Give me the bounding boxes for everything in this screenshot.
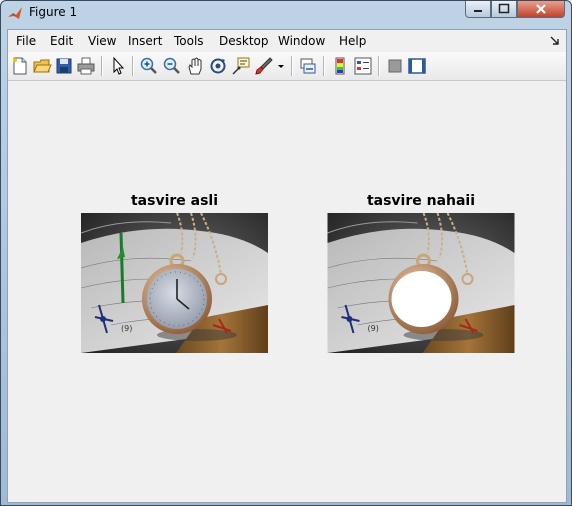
menu-help[interactable]: Help — [339, 34, 366, 48]
chevron-down-icon[interactable] — [276, 56, 286, 76]
insert-colorbar-icon[interactable] — [330, 56, 350, 76]
menu-bar: File Edit View Insert Tools Desktop Wind… — [8, 30, 566, 52]
dock-arrow-icon[interactable] — [550, 35, 560, 45]
brush-icon[interactable] — [254, 56, 274, 76]
pan-icon[interactable] — [185, 56, 205, 76]
menu-tools[interactable]: Tools — [174, 34, 204, 48]
figure-toolbar — [8, 52, 566, 81]
zoom-out-icon[interactable] — [162, 56, 182, 76]
toolbar-separator — [132, 56, 134, 76]
rotate-3d-icon[interactable] — [208, 56, 228, 76]
open-file-icon[interactable] — [32, 56, 52, 76]
link-plot-icon[interactable] — [298, 56, 318, 76]
menu-desktop[interactable]: Desktop — [219, 34, 269, 48]
toolbar-separator — [291, 56, 293, 76]
edit-plot-icon[interactable] — [108, 56, 128, 76]
menu-window[interactable]: Window — [278, 34, 325, 48]
toolbar-separator — [378, 56, 380, 76]
minimize-button[interactable] — [465, 1, 491, 18]
minimize-icon — [474, 10, 482, 12]
axes-title-original: tasvire asli — [130, 193, 219, 209]
print-icon[interactable] — [76, 56, 96, 76]
data-cursor-icon[interactable] — [231, 56, 251, 76]
matlab-logo-icon — [8, 7, 22, 19]
show-plot-tools-icon[interactable] — [407, 56, 427, 76]
final-image: (9) — [327, 213, 515, 353]
new-figure-icon[interactable] — [10, 56, 30, 76]
hide-plot-tools-icon[interactable] — [385, 56, 405, 76]
save-icon[interactable] — [54, 56, 74, 76]
maximize-button[interactable] — [491, 1, 517, 18]
menu-file[interactable]: File — [16, 34, 36, 48]
svg-text:(9): (9) — [368, 324, 379, 333]
figure-canvas: tasvire asli (9) tasvire nahaii (9) — [8, 81, 566, 502]
toolbar-separator — [101, 56, 103, 76]
axes-title-final: tasvire nahaii — [366, 193, 476, 209]
maximize-icon — [498, 3, 510, 14]
original-image: (9) — [81, 213, 268, 353]
menu-edit[interactable]: Edit — [50, 34, 73, 48]
insert-legend-icon[interactable] — [353, 56, 373, 76]
client-area: File Edit View Insert Tools Desktop Wind… — [7, 29, 567, 503]
figure-window: Figure 1 File Edit View Insert Tools Des… — [0, 0, 572, 506]
title-bar[interactable]: Figure 1 — [1, 1, 571, 25]
menu-view[interactable]: View — [88, 34, 116, 48]
toolbar-separator — [323, 56, 325, 76]
window-title: Figure 1 — [29, 5, 78, 19]
menu-insert[interactable]: Insert — [128, 34, 162, 48]
close-button[interactable] — [517, 1, 565, 18]
svg-text:(9): (9) — [121, 324, 132, 333]
close-icon — [536, 4, 546, 14]
zoom-in-icon[interactable] — [139, 56, 159, 76]
